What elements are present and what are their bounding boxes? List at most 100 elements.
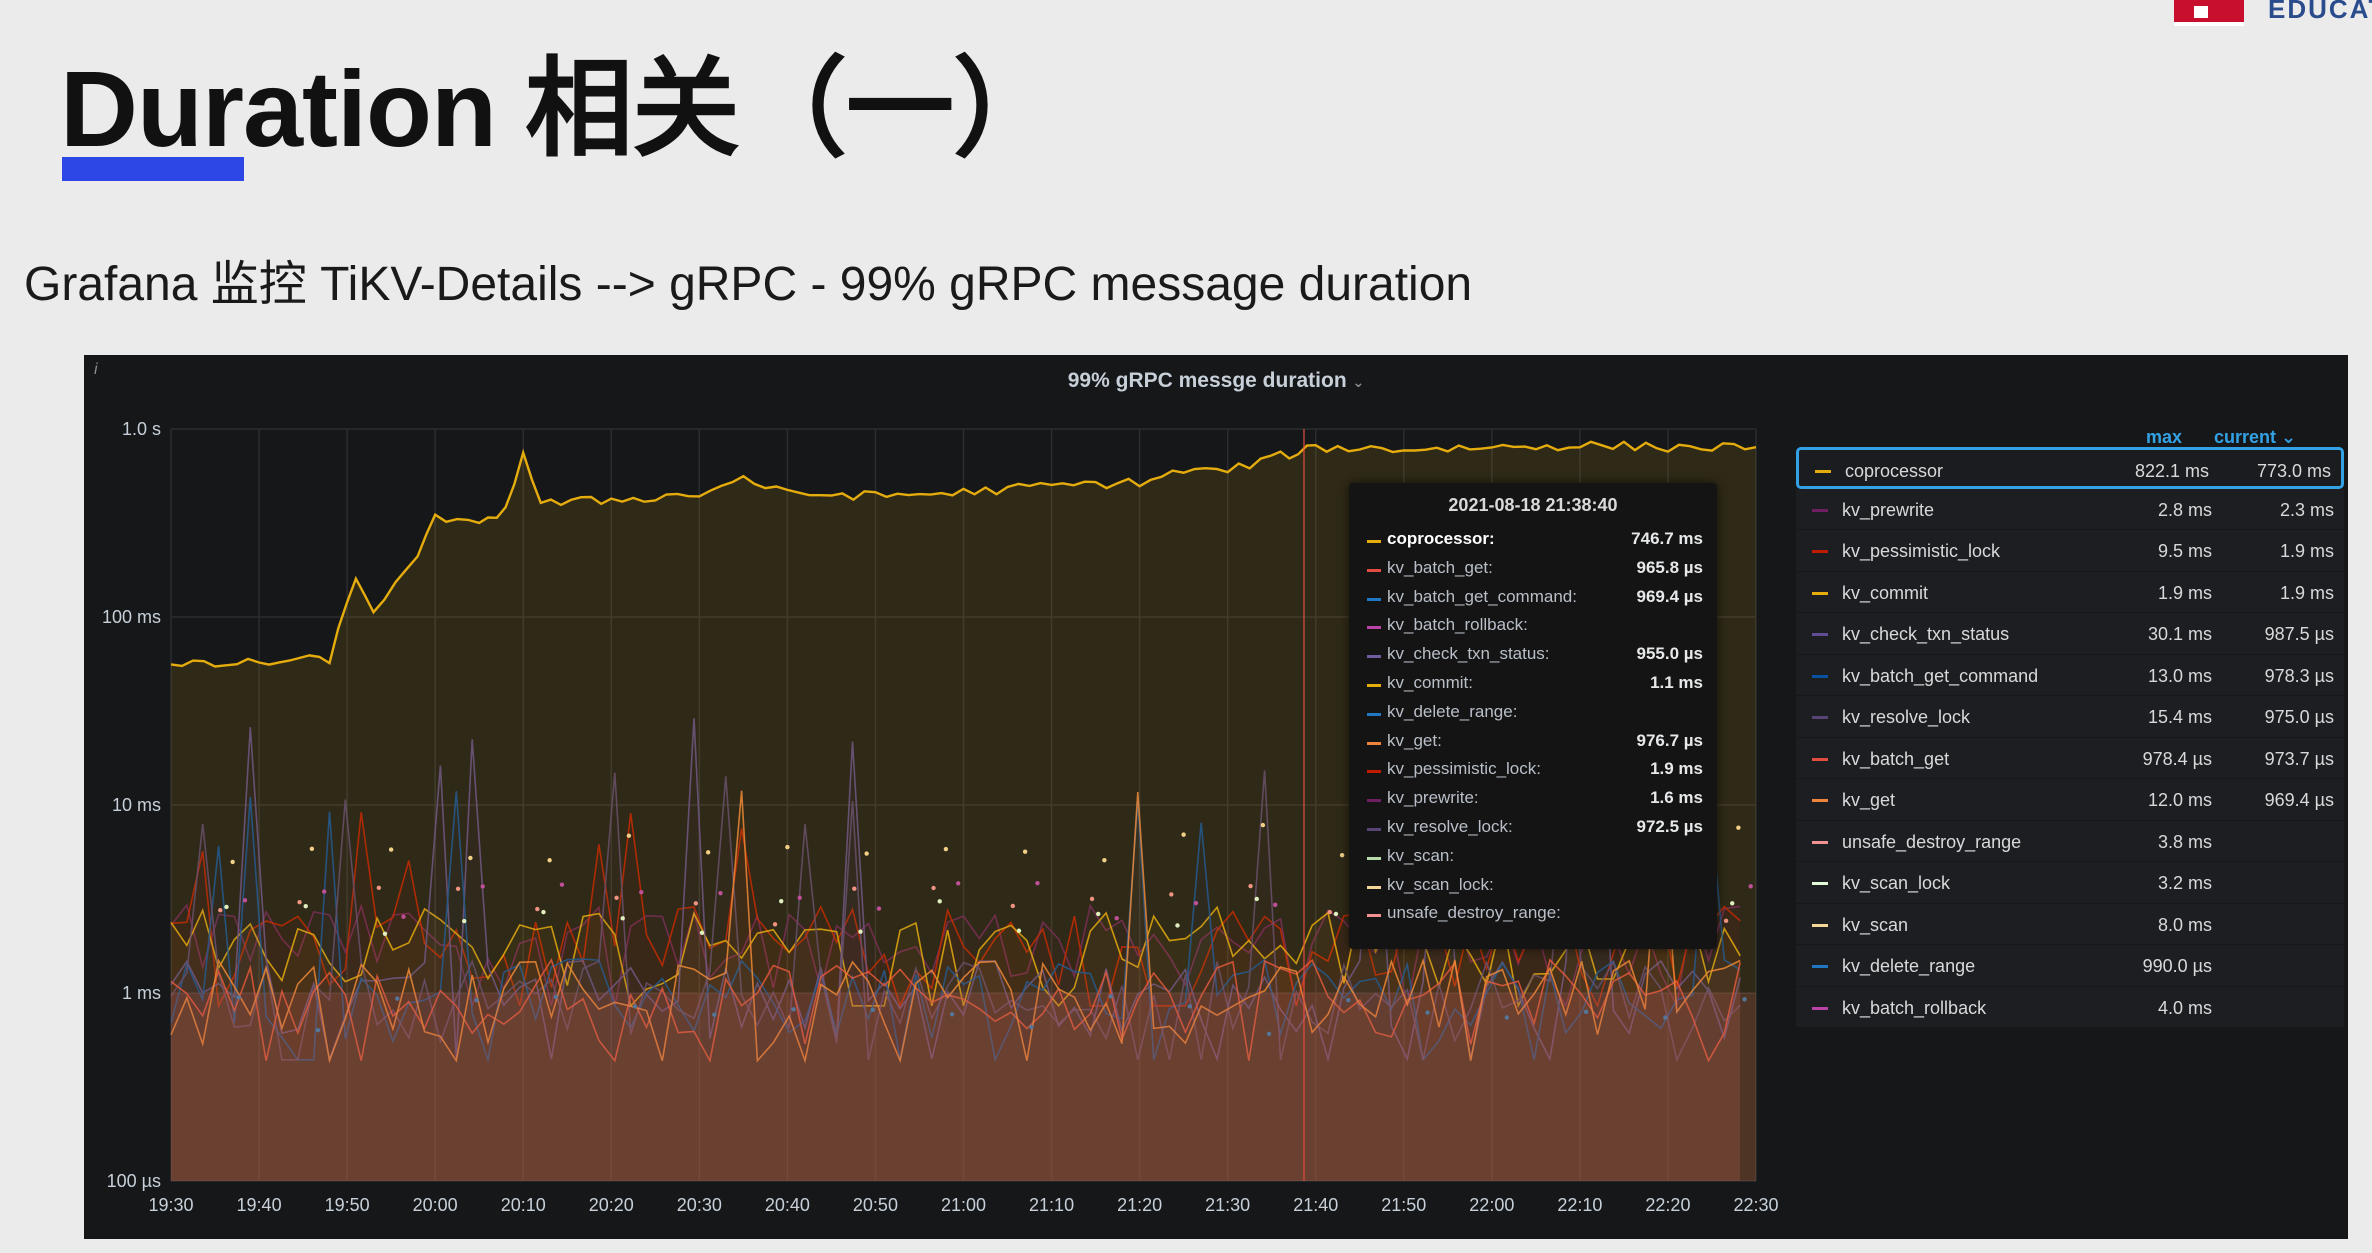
tooltip-series-label: kv_get: [1387,730,1442,750]
legend-series-name[interactable]: unsafe_destroy_range [1842,832,2021,853]
legend-item[interactable]: kv_prewrite 2.8 ms 2.3 ms [1796,488,2344,530]
tooltip-series-label: kv_prewrite: [1387,788,1479,808]
legend-current-value: 1.9 ms [2279,541,2334,561]
logo-flag-icon [2174,0,2244,26]
series-swatch [1367,885,1381,889]
legend-max-value: 978.4 µs [2142,748,2212,769]
legend-max-value: 990.0 µs [2142,956,2212,976]
panel-title[interactable]: 99% gRPC messge duration ⌄ [84,369,2348,393]
legend-item[interactable]: kv_get 12.0 ms 969.4 µs [1796,779,2344,821]
legend-item[interactable]: kv_batch_rollback 4.0 ms [1796,986,2344,1028]
legend-col-max[interactable]: max [2146,427,2182,448]
legend-current-value: 975.0 µs [2264,707,2334,727]
series-swatch [1815,470,1831,473]
x-tick-label: 22:30 [1733,1195,1778,1215]
tooltip-row: kv_batch_get_command: 969.4 µs [1367,587,1703,615]
legend-max-value: 15.4 ms [2147,707,2212,727]
legend-item[interactable]: kv_scan 8.0 ms [1796,903,2344,945]
legend-series-name[interactable]: coprocessor [1845,461,1943,482]
legend-item[interactable]: coprocessor 822.1 ms 773.0 ms [1796,447,2344,489]
legend-max-value: 4.0 ms [2157,997,2212,1018]
legend-series-name[interactable]: kv_pessimistic_lock [1842,541,2000,562]
tooltip-row: kv_resolve_lock: 972.5 µs [1367,817,1703,845]
legend-item[interactable]: kv_delete_range 990.0 µs [1796,945,2344,987]
panel-title-text[interactable]: 99% gRPC messge duration [1068,369,1347,392]
series-swatch [1812,674,1828,678]
y-tick-label: 100 µs [107,1171,161,1191]
hover-tooltip: 2021-08-18 21:38:40 coprocessor: 746.7 ms… [1349,483,1717,949]
tooltip-series-label: kv_scan: [1387,845,1455,865]
x-tick-label: 21:10 [1029,1195,1074,1215]
legend-current-value: 978.3 µs [2264,665,2334,686]
series-swatch [1367,914,1381,918]
x-tick-label: 22:20 [1645,1195,1690,1215]
tooltip-row: coprocessor: 746.7 ms [1367,529,1703,557]
legend-series-name[interactable]: kv_check_txn_status [1842,624,2009,645]
legend-series-name[interactable]: kv_get [1842,790,1895,811]
tooltip-row: kv_batch_rollback: [1367,615,1703,643]
legend-series-name[interactable]: kv_prewrite [1842,500,1934,521]
tooltip-row: kv_get: 976.7 µs [1367,731,1703,759]
legend-col-current[interactable]: current ⌄ [2214,427,2296,448]
legend-series-name[interactable]: kv_commit [1842,583,1928,604]
series-swatch [1812,882,1828,885]
tooltip-series-label: kv_commit: [1387,673,1473,692]
legend-item[interactable]: kv_pessimistic_lock 9.5 ms 1.9 ms [1796,530,2344,572]
legend-item[interactable]: kv_check_txn_status 30.1 ms 987.5 µs [1796,613,2344,655]
series-swatch [1367,540,1381,543]
legend-series-name[interactable]: kv_batch_rollback [1842,998,1986,1019]
x-tick-label: 21:00 [941,1195,986,1215]
legend-max-value: 30.1 ms [2147,624,2212,644]
series-swatch [1367,684,1381,687]
tooltip-series-value: 955.0 µs [1636,644,1703,664]
legend-max-value: 13.0 ms [2147,665,2212,686]
tooltip-series-label: coprocessor: [1387,529,1495,548]
tooltip-series-value: 976.7 µs [1636,730,1703,750]
tooltip-row: kv_scan: [1367,846,1703,874]
legend-max-value: 9.5 ms [2157,541,2212,561]
legend-series-name[interactable]: kv_resolve_lock [1842,707,1970,728]
series-swatch [1367,655,1381,659]
series-swatch [1812,840,1828,844]
chevron-down-icon[interactable]: ⌄ [1353,374,1365,390]
legend-item[interactable]: unsafe_destroy_range 3.8 ms [1796,820,2344,862]
x-tick-label: 21:20 [1117,1195,1162,1215]
series-swatch [1367,799,1381,803]
legend-item[interactable]: kv_batch_get 978.4 µs 973.7 µs [1796,737,2344,779]
tooltip-row: kv_commit: 1.1 ms [1367,673,1703,701]
series-swatch [1367,828,1381,831]
legend-item[interactable]: kv_batch_get_command 13.0 ms 978.3 µs [1796,654,2344,696]
x-tick-label: 22:10 [1557,1195,1602,1215]
grafana-panel: 1.0 s 100 ms 10 ms 1 ms 100 µs 19:30 19:40 19:5… [84,355,2348,1239]
tooltip-series-value: 965.8 µs [1636,557,1703,577]
legend-max-value: 1.9 ms [2157,582,2212,603]
legend-current-value: 1.9 ms [2279,582,2334,603]
legend-series-name[interactable]: kv_batch_get [1842,749,1949,770]
series-swatch [1812,550,1828,553]
legend-series-name[interactable]: kv_delete_range [1842,956,1975,977]
tooltip-series-value: 1.9 ms [1650,759,1703,779]
series-swatch [1812,799,1828,802]
legend-item[interactable]: kv_commit 1.9 ms 1.9 ms [1796,571,2344,613]
x-tick-label: 19:50 [325,1195,370,1215]
x-tick-label: 21:30 [1205,1195,1250,1215]
legend-series-name[interactable]: kv_scan_lock [1842,873,1950,894]
legend-current-value: 2.3 ms [2279,499,2334,520]
series-swatch [1367,597,1381,601]
x-tick-label: 19:30 [148,1195,193,1215]
legend-max-value: 3.2 ms [2157,873,2212,893]
tooltip-series-value: 972.5 µs [1636,817,1703,836]
legend-item[interactable]: kv_scan_lock 3.2 ms [1796,862,2344,904]
tooltip-series-label: unsafe_destroy_range: [1387,903,1561,923]
slide-title: Duration 相关（一） [60,48,1061,169]
low-band-area [171,993,1756,1181]
legend-current-value: 773.0 ms [2256,461,2331,481]
y-tick-label: 10 ms [112,795,161,815]
legend-item[interactable]: kv_resolve_lock 15.4 ms 975.0 µs [1796,696,2344,738]
legend-series-name[interactable]: kv_scan [1842,915,1908,936]
series-swatch [1812,965,1828,968]
series-swatch [1367,568,1381,572]
x-tick-label: 20:10 [501,1195,546,1215]
legend-series-name[interactable]: kv_batch_get_command [1842,666,2038,687]
tooltip-row: kv_check_txn_status: 955.0 µs [1367,644,1703,672]
